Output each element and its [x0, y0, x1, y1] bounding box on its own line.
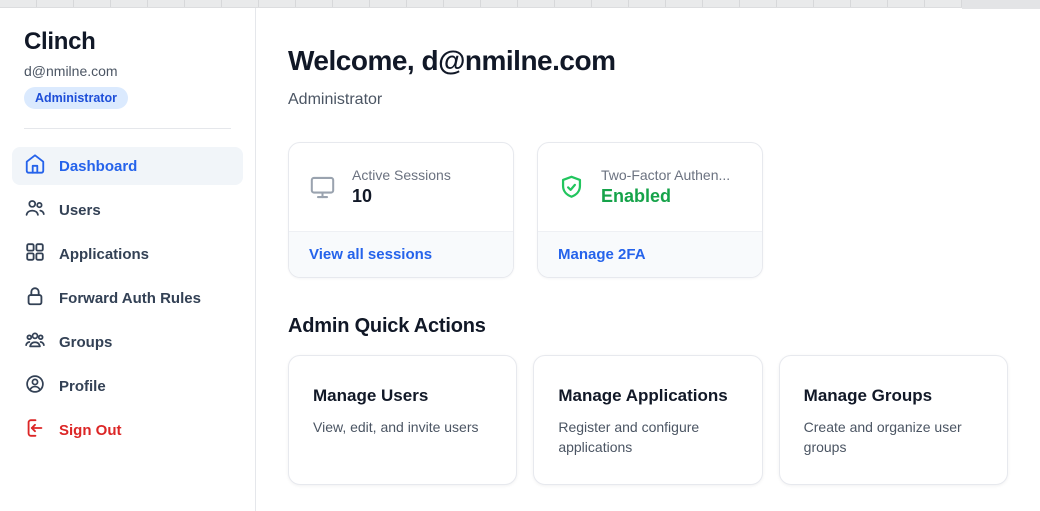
stats-row: Active Sessions 10 View all sessions Two…	[288, 142, 1008, 278]
page-subtitle: Administrator	[288, 90, 1008, 110]
quick-actions-row: Manage Users View, edit, and invite user…	[288, 355, 1008, 485]
view-all-sessions-link[interactable]: View all sessions	[309, 246, 432, 263]
sidebar-divider	[24, 128, 231, 129]
stat-texts: Active Sessions 10	[352, 167, 451, 207]
user-circle-icon	[24, 373, 46, 399]
logout-icon	[24, 417, 46, 443]
action-card-title: Manage Applications	[558, 386, 737, 406]
stat-card-active-sessions: Active Sessions 10 View all sessions	[288, 142, 514, 278]
action-card-manage-groups[interactable]: Manage Groups Create and organize user g…	[779, 355, 1008, 485]
stat-label: Two-Factor Authen...	[601, 167, 730, 183]
page-title: Welcome, d@nmilne.com	[288, 44, 1008, 78]
main-content: Welcome, d@nmilne.com Administrator Acti…	[257, 8, 1040, 511]
stat-texts: Two-Factor Authen... Enabled	[601, 167, 730, 207]
grid-icon	[24, 241, 46, 267]
home-icon	[24, 153, 46, 179]
role-badge: Administrator	[24, 87, 128, 109]
stat-label: Active Sessions	[352, 167, 451, 183]
background-window-strip	[0, 0, 1040, 8]
manage-2fa-link[interactable]: Manage 2FA	[558, 246, 646, 263]
action-card-manage-users[interactable]: Manage Users View, edit, and invite user…	[288, 355, 517, 485]
sidebar-item-users[interactable]: Users	[12, 191, 243, 229]
sidebar-item-forward-auth-rules[interactable]: Forward Auth Rules	[12, 279, 243, 317]
action-card-title: Manage Groups	[804, 386, 983, 406]
sidebar: Clinch d@nmilne.com Administrator Dashbo…	[0, 8, 256, 511]
stat-card-footer: Manage 2FA	[538, 231, 762, 277]
sidebar-item-groups[interactable]: Groups	[12, 323, 243, 361]
sidebar-item-label: Dashboard	[59, 158, 137, 175]
app-title: Clinch	[12, 28, 243, 56]
users-icon	[24, 197, 46, 223]
shield-check-icon	[558, 174, 585, 201]
sidebar-item-label: Sign Out	[59, 422, 122, 439]
sidebar-nav: Dashboard Users Applications Forward Aut…	[12, 147, 243, 449]
sidebar-item-label: Users	[59, 202, 101, 219]
action-card-description: View, edit, and invite users	[313, 417, 492, 437]
background-window-strip-right	[962, 0, 1040, 9]
user-group-icon	[24, 329, 46, 355]
stat-card-body: Two-Factor Authen... Enabled	[538, 143, 762, 231]
sidebar-item-profile[interactable]: Profile	[12, 367, 243, 405]
sidebar-item-label: Profile	[59, 378, 106, 395]
stat-value: 10	[352, 186, 451, 207]
lock-icon	[24, 285, 46, 311]
sidebar-item-applications[interactable]: Applications	[12, 235, 243, 273]
sidebar-item-dashboard[interactable]: Dashboard	[12, 147, 243, 185]
sidebar-item-label: Applications	[59, 246, 149, 263]
action-card-description: Create and organize user groups	[804, 417, 983, 457]
sidebar-item-sign-out[interactable]: Sign Out	[12, 411, 243, 449]
user-email: d@nmilne.com	[12, 63, 243, 79]
stat-card-footer: View all sessions	[289, 231, 513, 277]
action-card-title: Manage Users	[313, 386, 492, 406]
stat-card-two-factor: Two-Factor Authen... Enabled Manage 2FA	[537, 142, 763, 278]
stat-card-body: Active Sessions 10	[289, 143, 513, 231]
action-card-description: Register and configure applications	[558, 417, 737, 457]
monitor-icon	[309, 174, 336, 201]
sidebar-item-label: Forward Auth Rules	[59, 290, 201, 307]
stat-value: Enabled	[601, 186, 730, 207]
section-title-admin-quick-actions: Admin Quick Actions	[288, 314, 1008, 338]
sidebar-item-label: Groups	[59, 334, 112, 351]
action-card-manage-applications[interactable]: Manage Applications Register and configu…	[533, 355, 762, 485]
